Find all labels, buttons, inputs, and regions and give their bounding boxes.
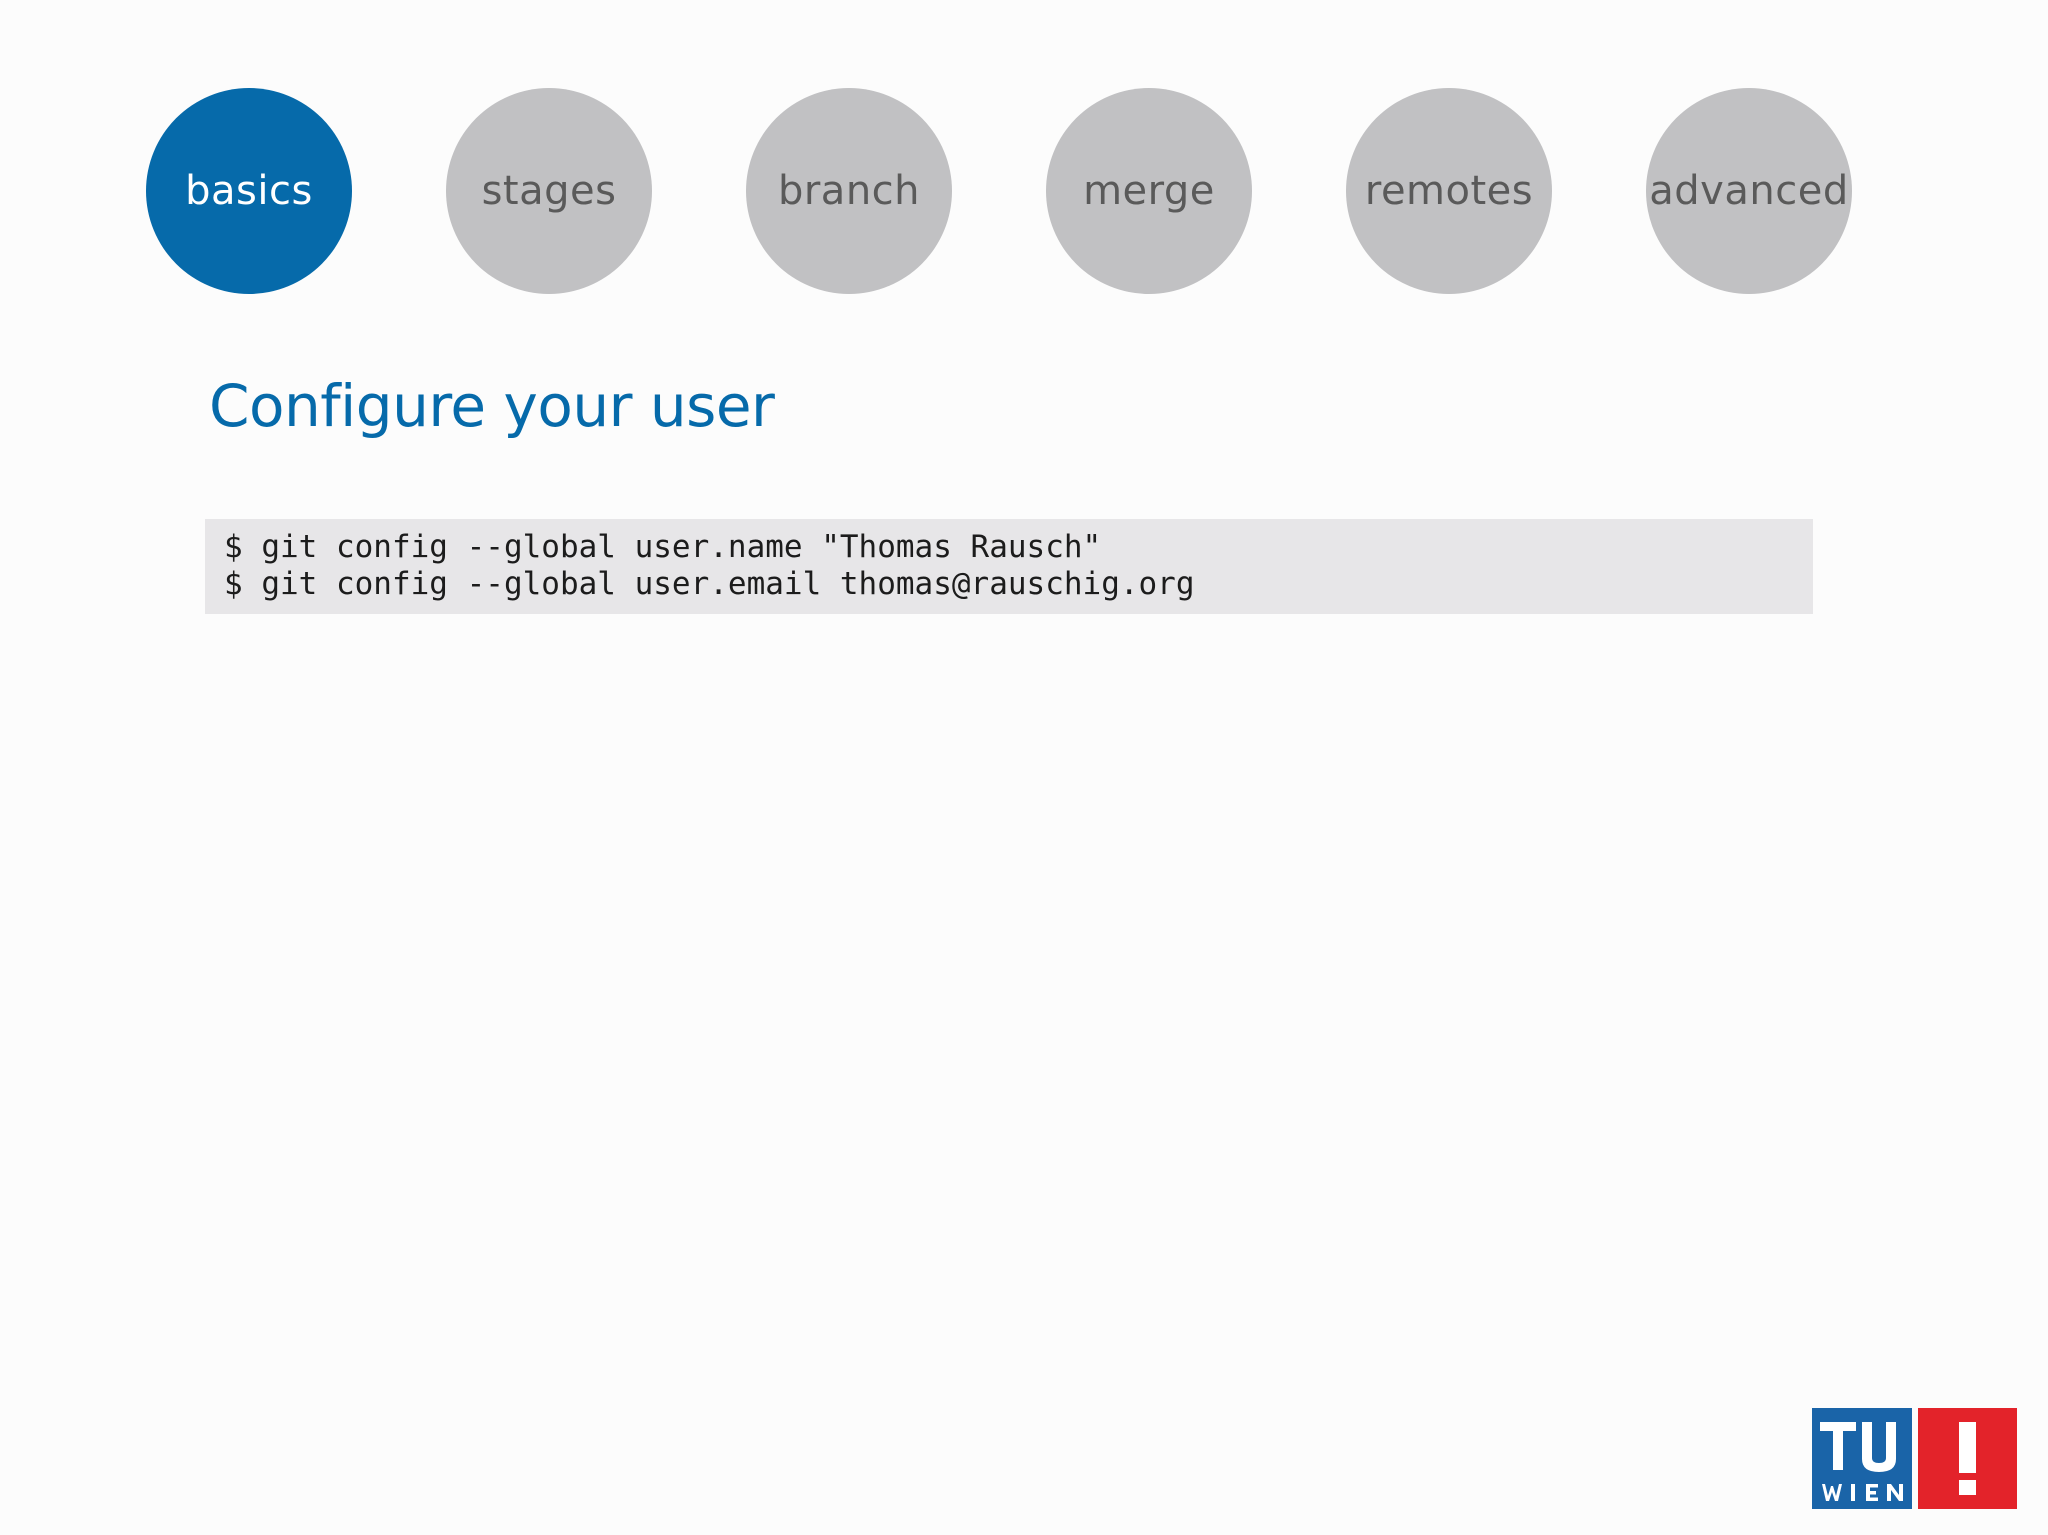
nav-item-remotes[interactable]: remotes — [1346, 88, 1552, 294]
nav-item-basics[interactable]: basics — [146, 88, 352, 294]
nav-item-merge[interactable]: merge — [1046, 88, 1252, 294]
slide-title: Configure your user — [209, 372, 775, 440]
code-block: $ git config --global user.name "Thomas … — [205, 519, 1813, 614]
nav-item-advanced[interactable]: advanced — [1646, 88, 1852, 294]
tu-wien-logo — [1812, 1408, 2017, 1509]
nav-item-stages[interactable]: stages — [446, 88, 652, 294]
nav-item-branch[interactable]: branch — [746, 88, 952, 294]
code-line: $ git config --global user.email thomas@… — [224, 566, 1195, 602]
code-line: $ git config --global user.name "Thomas … — [224, 529, 1102, 565]
section-nav: basics stages branch merge remotes advan… — [0, 88, 2048, 294]
